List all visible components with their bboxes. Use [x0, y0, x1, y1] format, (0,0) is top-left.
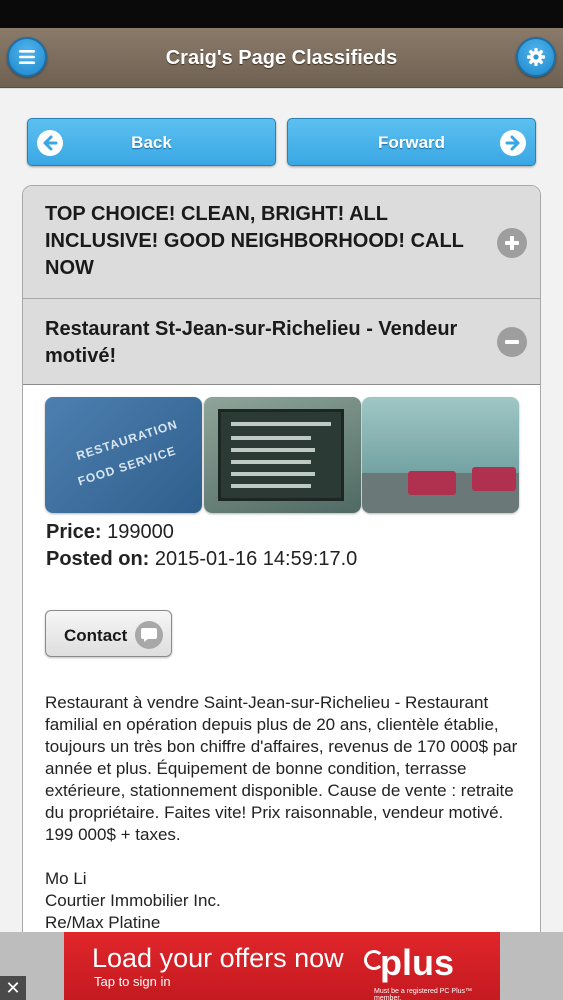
minus-icon: [497, 327, 527, 357]
status-bar: [0, 0, 563, 28]
ad-brand: plus: [380, 942, 455, 983]
listing-title: TOP CHOICE! CLEAN, BRIGHT! ALL INCLUSIVE…: [45, 203, 464, 279]
gear-icon: [527, 48, 545, 66]
listing-detail: RESTAURATION FOOD SERVICE Price: 199000 …: [23, 386, 540, 932]
arrow-right-icon: [500, 130, 526, 156]
forward-button-label: Forward: [377, 133, 446, 152]
page-title: Craig's Page Classifieds: [165, 47, 398, 69]
contact-button-label: Contact: [64, 626, 128, 645]
ad-subline: Tap to sign in: [94, 974, 171, 989]
forward-button[interactable]: Forward: [287, 118, 536, 166]
price-label: Price:: [46, 521, 102, 543]
agent-company: Courtier Immobilier Inc.: [45, 891, 221, 910]
price-value: 199000: [107, 521, 174, 543]
posted-row: Posted on: 2015-01-16 14:59:17.0: [46, 548, 357, 571]
ad-banner[interactable]: Load your offers now Tap to sign in plus…: [64, 932, 500, 1000]
settings-button[interactable]: [516, 37, 556, 77]
back-button[interactable]: Back: [27, 118, 276, 166]
agent-agency: Re/Max Platine: [45, 913, 161, 932]
listing-description: Restaurant à vendre Saint-Jean-sur-Riche…: [45, 693, 518, 844]
listing-photo-sign[interactable]: RESTAURATION FOOD SERVICE: [45, 397, 202, 513]
listing-photo-hours-board[interactable]: [204, 397, 361, 513]
posted-value: 2015-01-16 14:59:17.0: [154, 548, 358, 570]
speech-bubble-icon: [135, 621, 163, 649]
app-header: Craig's Page Classifieds: [0, 28, 563, 88]
ad-fine-print: Must be a registered PC Plus™ member.: [374, 988, 473, 1000]
price-row: Price: 199000: [46, 521, 174, 544]
menu-button[interactable]: [7, 37, 47, 77]
ad-bar: ✕ Load your offers now Tap to sign in pl…: [0, 932, 563, 1000]
agent-info: Mo Li Courtier Immobilier Inc. Re/Max Pl…: [45, 868, 221, 932]
listing-header-expanded[interactable]: Restaurant St-Jean-sur-Richelieu - Vende…: [23, 299, 540, 385]
hamburger-menu-icon: [19, 50, 35, 64]
listing-title: Restaurant St-Jean-sur-Richelieu - Vende…: [45, 318, 458, 367]
back-button-label: Back: [131, 133, 172, 152]
close-ad-button[interactable]: ✕: [0, 976, 26, 1000]
plus-icon: [497, 228, 527, 258]
agent-name: Mo Li: [45, 869, 87, 888]
ad-headline: Load your offers now: [92, 943, 344, 973]
posted-label: Posted on:: [46, 548, 150, 570]
listing-accordion: TOP CHOICE! CLEAN, BRIGHT! ALL INCLUSIVE…: [22, 185, 541, 932]
hours-board-image: [218, 409, 344, 501]
listing-photo-dining-room[interactable]: [362, 397, 519, 513]
contact-button[interactable]: Contact: [45, 610, 172, 657]
listing-header-collapsed[interactable]: TOP CHOICE! CLEAN, BRIGHT! ALL INCLUSIVE…: [23, 186, 540, 299]
main-content: Back Forward TOP CHOICE! CLEAN, BRIGHT! …: [0, 89, 563, 932]
